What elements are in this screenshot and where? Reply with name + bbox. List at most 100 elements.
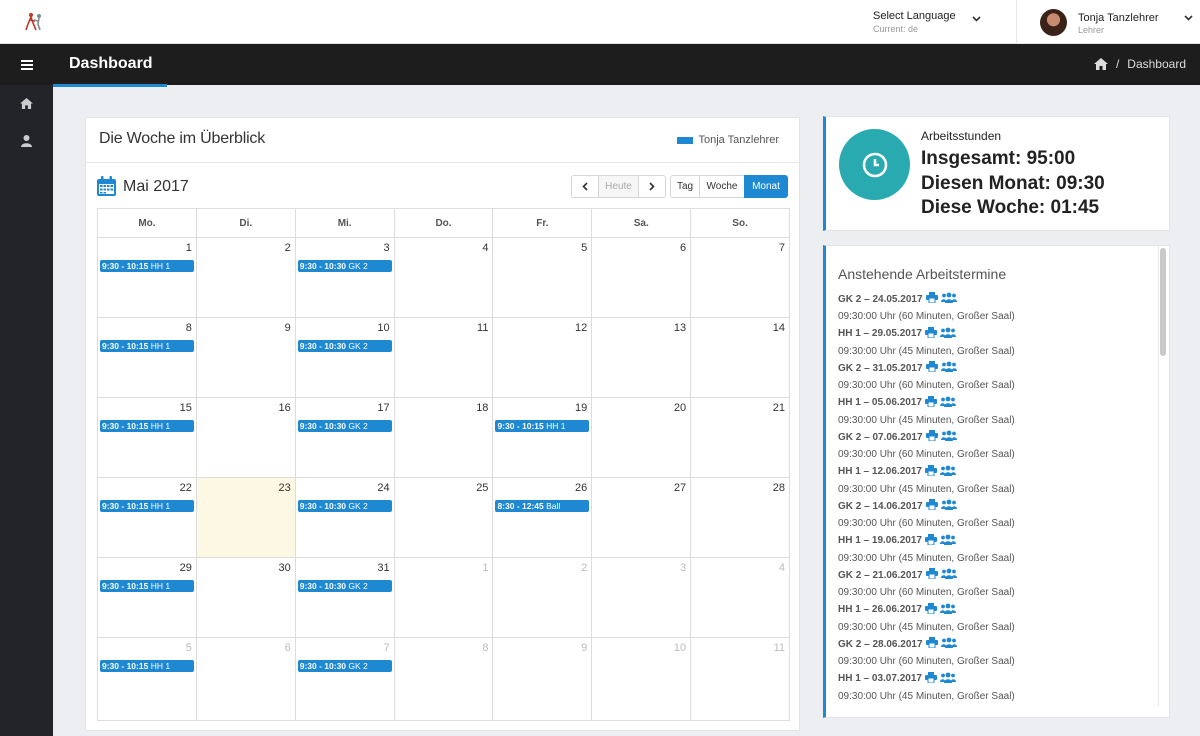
calendar-event[interactable]: 9:30 - 10:30 GK 2 [297,660,392,672]
day-cell[interactable]: 7 9:30 - 10:30 GK 2 [294,638,394,720]
printer-icon[interactable] [925,568,938,582]
day-cell[interactable]: 31 9:30 - 10:30 GK 2 [294,558,394,637]
calendar-event[interactable]: 9:30 - 10:30 GK 2 [297,340,392,352]
printer-icon[interactable] [924,464,937,479]
view-week-button[interactable]: Woche [699,175,745,198]
printer-icon[interactable] [925,430,938,444]
day-cell[interactable]: 6 [591,238,690,317]
day-number: 2 [581,562,588,574]
menu-toggle-button[interactable] [0,44,53,85]
day-cell[interactable]: 1 [393,558,493,637]
users-icon[interactable] [939,603,956,617]
users-icon[interactable] [939,327,956,341]
printer-icon[interactable] [924,395,937,410]
day-cell[interactable]: 9 [195,318,295,397]
printer-icon[interactable] [925,361,938,375]
calendar-event[interactable]: 9:30 - 10:15 HH 1 [100,660,194,672]
home-icon[interactable] [1093,58,1108,70]
day-cell[interactable]: 1 9:30 - 10:15 HH 1 [98,238,196,317]
view-day-button[interactable]: Tag [670,175,700,198]
day-cell[interactable]: 11 [690,638,789,720]
calendar-event[interactable]: 9:30 - 10:30 GK 2 [297,420,392,432]
users-icon[interactable] [940,361,957,375]
users-icon[interactable] [940,430,957,444]
day-cell[interactable]: 8 9:30 - 10:15 HH 1 [98,318,196,397]
day-cell-today[interactable]: 23 [195,478,295,557]
view-month-button[interactable]: Monat [744,175,788,198]
hours-total: Insgesamt: 95:00 [921,148,1076,169]
day-cell[interactable]: 14 [690,318,789,397]
users-icon[interactable] [939,396,956,410]
users-icon[interactable] [940,637,957,651]
day-cell[interactable]: 29 9:30 - 10:15 HH 1 [98,558,196,637]
day-cell[interactable]: 21 [690,398,789,477]
day-cell[interactable]: 15 9:30 - 10:15 HH 1 [98,398,196,477]
users-icon[interactable] [939,672,956,686]
day-cell[interactable]: 3 9:30 - 10:30 GK 2 [294,238,394,317]
day-cell[interactable]: 7 [690,238,789,317]
scrollbar[interactable] [1160,248,1166,356]
day-cell[interactable]: 8 [393,638,493,720]
printer-icon[interactable] [924,671,937,686]
day-cell[interactable]: 3 [591,558,690,637]
day-cell[interactable]: 18 [393,398,493,477]
day-cell[interactable]: 5 [492,238,591,317]
day-cell[interactable]: 22 9:30 - 10:15 HH 1 [98,478,196,557]
printer-icon[interactable] [924,326,937,341]
dance-logo-icon[interactable] [24,12,46,32]
day-cell[interactable]: 17 9:30 - 10:30 GK 2 [294,398,394,477]
printer-icon[interactable] [924,533,937,548]
day-cell[interactable]: 28 [690,478,789,557]
calendar-event[interactable]: 9:30 - 10:30 GK 2 [297,580,392,592]
day-cell[interactable]: 19 9:30 - 10:15 HH 1 [492,398,591,477]
day-cell[interactable]: 20 [591,398,690,477]
printer-icon[interactable] [924,602,937,617]
calendar-event[interactable]: 9:30 - 10:15 HH 1 [100,340,194,352]
day-cell[interactable]: 12 [492,318,591,397]
day-number: 30 [278,562,291,574]
day-cell[interactable]: 11 [393,318,493,397]
calendar-event[interactable]: 8:30 - 12:45 Ball [495,500,590,512]
calendar-event[interactable]: 9:30 - 10:15 HH 1 [100,500,194,512]
today-button[interactable]: Heute [598,175,639,198]
calendar-event[interactable]: 9:30 - 10:15 HH 1 [100,260,194,272]
day-cell[interactable]: 2 [195,238,295,317]
users-icon[interactable] [939,465,956,479]
language-selector[interactable]: Select Language Current: de [873,10,983,36]
printer-icon[interactable] [925,499,938,513]
users-icon[interactable] [940,292,957,306]
day-cell[interactable]: 26 8:30 - 12:45 Ball [492,478,591,557]
day-cell[interactable]: 5 9:30 - 10:15 HH 1 [98,638,196,720]
day-cell[interactable]: 2 [492,558,591,637]
sidebar-item-profile[interactable] [0,123,53,159]
event-time: 9:30 - 10:30 [299,421,347,431]
day-cell[interactable]: 13 [591,318,690,397]
users-icon[interactable] [940,568,957,582]
user-menu[interactable]: Tonja Tanzlehrer Lehrer [1040,9,1195,37]
calendar-event[interactable]: 9:30 - 10:30 GK 2 [297,500,392,512]
day-cell[interactable]: 4 [393,238,493,317]
day-cell[interactable]: 24 9:30 - 10:30 GK 2 [294,478,394,557]
day-cell[interactable]: 10 [591,638,690,720]
day-cell[interactable]: 4 [690,558,789,637]
users-icon[interactable] [940,499,957,513]
printer-icon[interactable] [925,292,938,306]
next-button[interactable] [638,175,666,198]
calendar-event[interactable]: 9:30 - 10:15 HH 1 [100,420,194,432]
printer-icon[interactable] [925,637,938,651]
day-cell[interactable]: 27 [591,478,690,557]
users-icon[interactable] [939,534,956,548]
day-cell[interactable]: 25 [393,478,493,557]
event-time: 8:30 - 12:45 [497,501,544,511]
calendar-event[interactable]: 9:30 - 10:30 GK 2 [297,260,392,272]
calendar-event[interactable]: 9:30 - 10:15 HH 1 [100,580,194,592]
day-cell[interactable]: 16 [195,398,295,477]
day-cell[interactable]: 9 [492,638,591,720]
day-cell[interactable]: 10 9:30 - 10:30 GK 2 [294,318,394,397]
day-cell[interactable]: 30 [195,558,295,637]
day-cell[interactable]: 6 [195,638,295,720]
sidebar-item-home[interactable] [0,85,53,121]
calendar-event[interactable]: 9:30 - 10:15 HH 1 [495,420,590,432]
day-number: 26 [575,482,588,494]
prev-button[interactable] [571,175,599,198]
